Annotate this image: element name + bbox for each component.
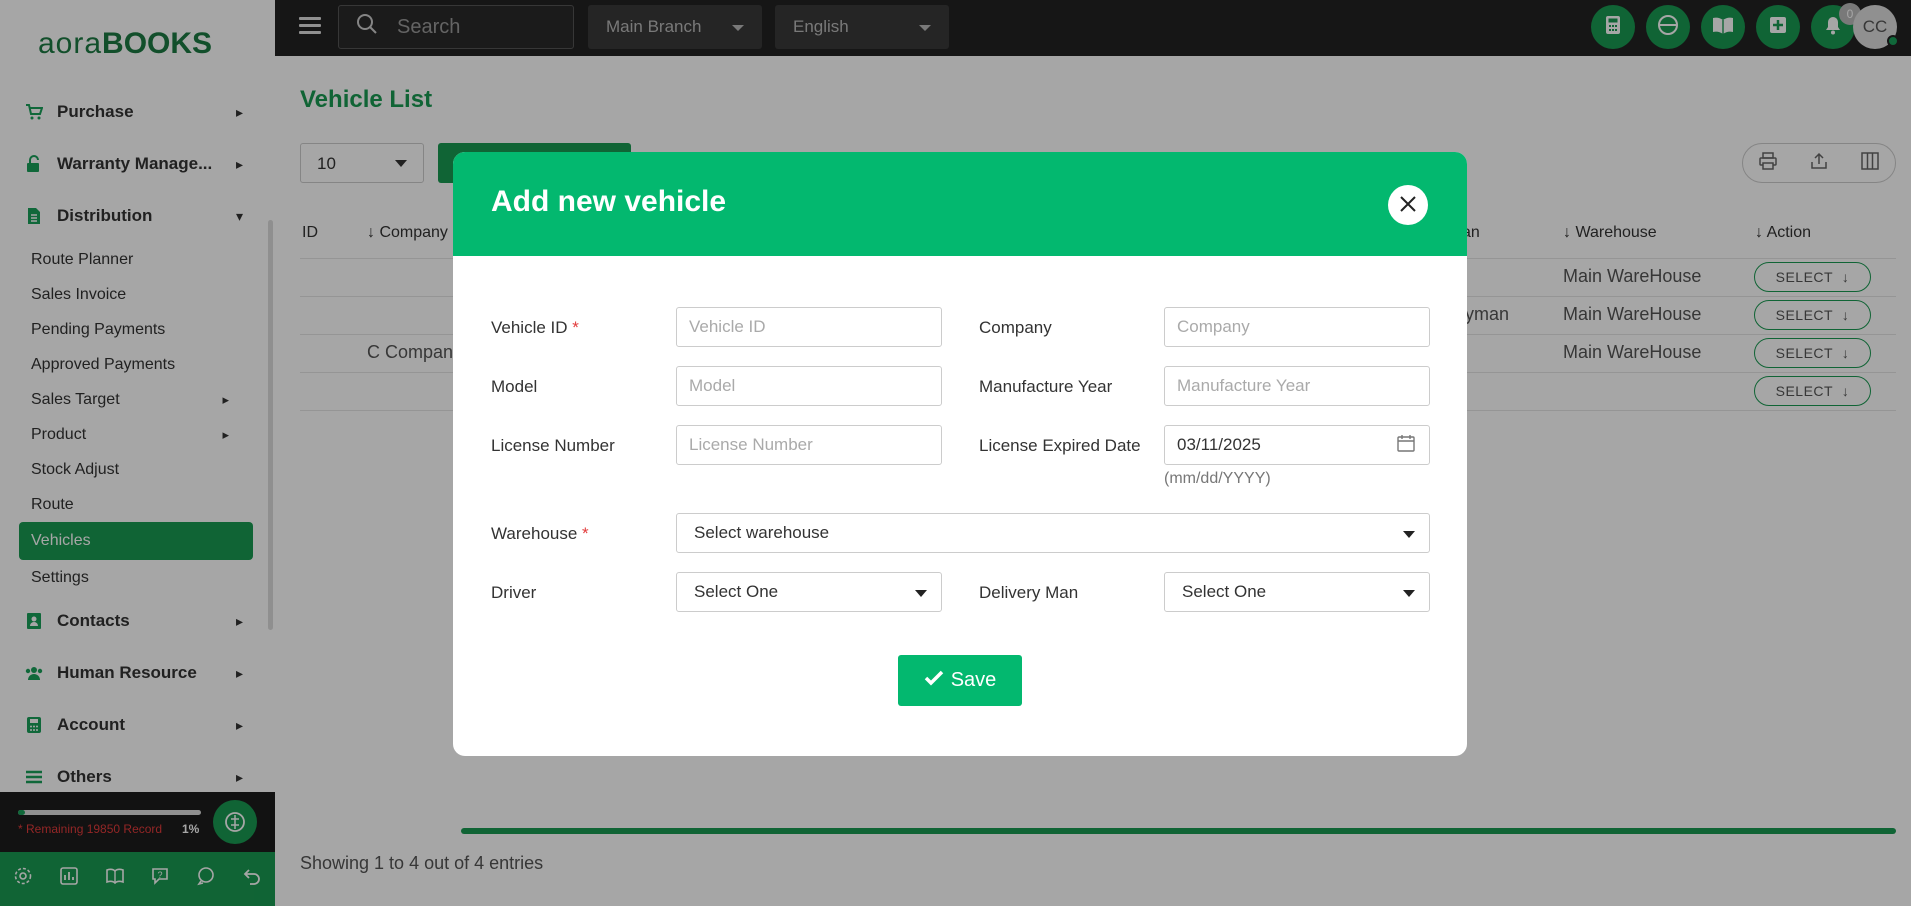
license-expired-date-value: 03/11/2025 [1177,435,1261,454]
license-number-input[interactable]: License Number [676,425,942,465]
required-marker: * [582,524,589,543]
model-placeholder: Model [689,376,736,395]
delivery-man-label: Delivery Man [979,583,1079,602]
license-expired-date-input[interactable]: 03/11/2025 [1164,425,1430,465]
driver-label: Driver [491,583,537,602]
delivery-man-select-value: Select One [1182,582,1267,601]
vehicle-id-label: Vehicle ID * [491,318,579,338]
caret-down-icon [1403,531,1415,538]
warehouse-label-text: Warehouse [491,524,578,543]
company-label: Company [979,318,1052,337]
caret-down-icon [1403,590,1415,597]
model-label: Model [491,377,538,396]
vehicle-id-placeholder: Vehicle ID [689,317,766,336]
delivery-man-select[interactable]: Select One [1164,572,1430,612]
driver-select-value: Select One [694,582,779,601]
license-number-placeholder: License Number [689,435,813,454]
modal-title: Add new vehicle [491,185,727,218]
vehicle-id-input[interactable]: Vehicle ID [676,307,942,347]
warehouse-select[interactable]: Select warehouse [676,513,1430,553]
vehicle-id-label-text: Vehicle ID [491,318,568,337]
date-format-hint: (mm/dd/YYYY) [1164,470,1271,487]
check-icon [924,670,944,691]
license-expired-date-label: License Expired Date [979,436,1141,455]
close-button[interactable] [1388,185,1428,225]
required-marker: * [572,318,579,337]
manufacture-year-label: Manufacture Year [979,377,1113,396]
calendar-icon[interactable] [1397,434,1415,457]
warehouse-select-value: Select warehouse [694,523,830,542]
driver-select[interactable]: Select One [676,572,942,612]
manufacture-year-input[interactable]: Manufacture Year [1164,366,1430,406]
manufacture-year-placeholder: Manufacture Year [1177,376,1311,395]
modal-header: Add new vehicle [453,152,1467,256]
warehouse-label: Warehouse * [491,524,589,544]
company-input[interactable]: Company [1164,307,1430,347]
license-number-label: License Number [491,436,615,455]
add-vehicle-modal: Add new vehicle Vehicle ID * Vehicle ID … [453,152,1467,756]
close-icon [1398,192,1418,218]
model-input[interactable]: Model [676,366,942,406]
caret-down-icon [915,590,927,597]
save-button[interactable]: Save [898,655,1022,706]
company-placeholder: Company [1177,317,1250,336]
save-button-label: Save [950,669,997,691]
